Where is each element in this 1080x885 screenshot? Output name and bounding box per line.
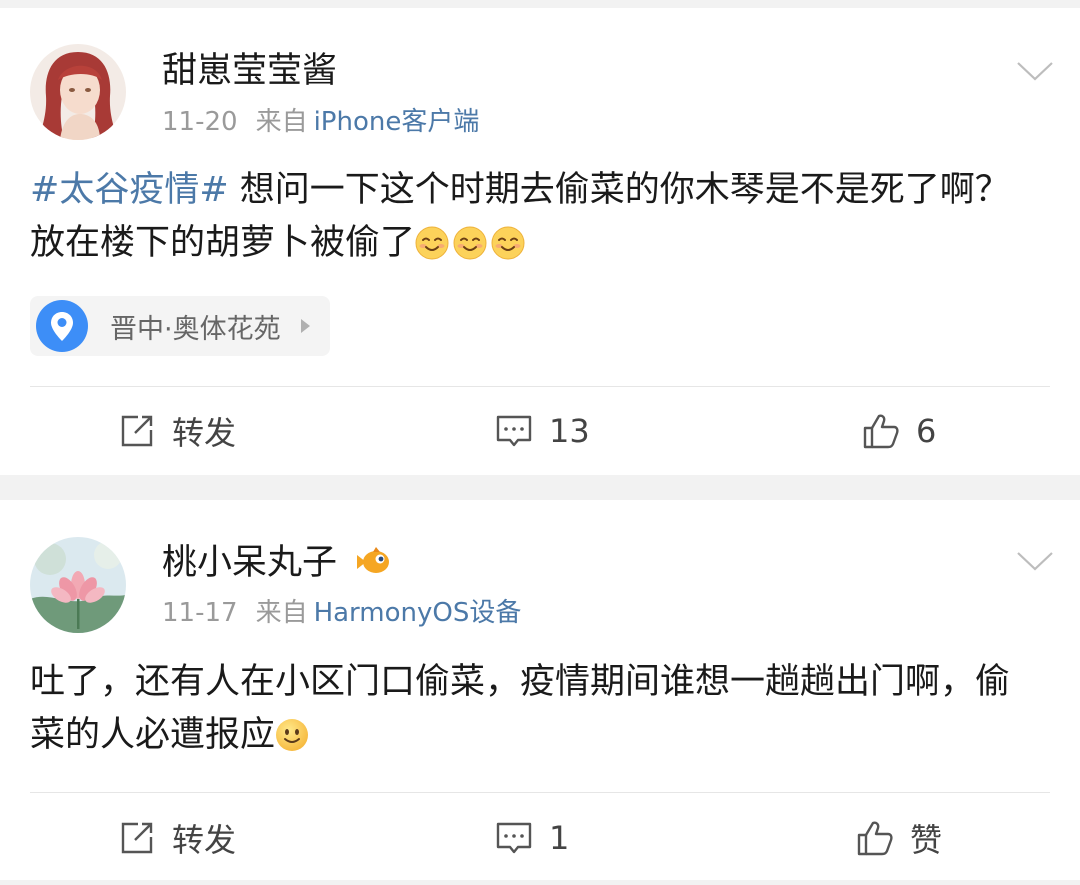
comment-icon — [496, 822, 532, 854]
post-meta: 11-20 来自 iPhone客户端 — [162, 106, 479, 138]
fish-badge-icon — [357, 547, 390, 573]
comment-button[interactable]: 13 — [495, 401, 590, 461]
location-label: 晋中·奥体花苑 — [110, 313, 281, 345]
post-card: 甜崽莹莹酱 11-20 来自 iPhone客户端 #太谷疫情# 想问一下这个时期去偷… — [0, 8, 1080, 475]
smiling-face-icon — [491, 226, 525, 260]
repost-button[interactable]: 转发 — [118, 808, 236, 868]
post-content: 吐了，还有人在小区门口偷菜，疫情期间谁想一趟趟出门啊，偷菜的人必遭报应 — [30, 656, 1040, 762]
like-button[interactable]: 赞 — [856, 808, 942, 868]
repost-icon — [121, 822, 153, 854]
chevron-right-icon — [300, 319, 310, 333]
avatar[interactable] — [30, 537, 126, 633]
thumbs-up-icon — [857, 821, 893, 856]
post-date: 11-20 — [162, 107, 238, 137]
post-content: #太谷疫情# 想问一下这个时期去偷菜的你木琴是不是死了啊？放在楼下的胡萝卜被偷了 — [30, 164, 1040, 270]
post-card: 桃小呆丸子 11-17 来自 HarmonyOS设备 吐了，还有人在小区门口偷菜，疫… — [0, 500, 1080, 880]
slightly-smiling-face-icon — [276, 719, 309, 751]
like-count: 6 — [916, 412, 937, 450]
source-prefix: 来自 — [255, 598, 308, 628]
divider — [30, 792, 1050, 793]
post-date: 11-17 — [162, 598, 238, 628]
comment-button[interactable]: 1 — [495, 808, 569, 868]
emoji-group — [415, 223, 529, 263]
source-link[interactable]: iPhone客户端 — [314, 107, 480, 137]
hashtag-link[interactable]: #太谷疫情# — [30, 170, 229, 210]
source-prefix: 来自 — [255, 107, 308, 137]
action-bar: 转发 1 赞 — [0, 808, 1080, 868]
like-label: 赞 — [910, 821, 943, 859]
like-button[interactable]: 6 — [862, 401, 936, 461]
repost-icon — [121, 415, 153, 447]
repost-label: 转发 — [172, 821, 237, 859]
avatar[interactable] — [30, 44, 126, 140]
smiling-face-icon — [415, 226, 449, 260]
source-link[interactable]: HarmonyOS设备 — [314, 598, 522, 628]
chevron-down-icon[interactable] — [1016, 550, 1054, 572]
username[interactable]: 甜崽莹莹酱 — [162, 50, 337, 92]
thumbs-up-icon — [863, 414, 899, 449]
smiling-face-icon — [453, 226, 487, 260]
comment-count: 1 — [549, 819, 570, 857]
divider — [30, 386, 1050, 387]
comment-count: 13 — [549, 412, 590, 450]
location-pin-icon — [36, 300, 88, 352]
repost-label: 转发 — [172, 414, 237, 452]
action-bar: 转发 13 6 — [0, 401, 1080, 461]
comment-icon — [496, 415, 532, 447]
post-meta: 11-17 来自 HarmonyOS设备 — [162, 597, 521, 629]
location-chip[interactable]: 晋中·奥体花苑 — [30, 296, 330, 356]
post-text: 吐了，还有人在小区门口偷菜，疫情期间谁想一趟趟出门啊，偷菜的人必遭报应 — [30, 662, 1011, 755]
repost-button[interactable]: 转发 — [118, 401, 236, 461]
username[interactable]: 桃小呆丸子 — [162, 542, 392, 584]
chevron-down-icon[interactable] — [1016, 60, 1054, 82]
username-text: 桃小呆丸子 — [162, 543, 338, 583]
